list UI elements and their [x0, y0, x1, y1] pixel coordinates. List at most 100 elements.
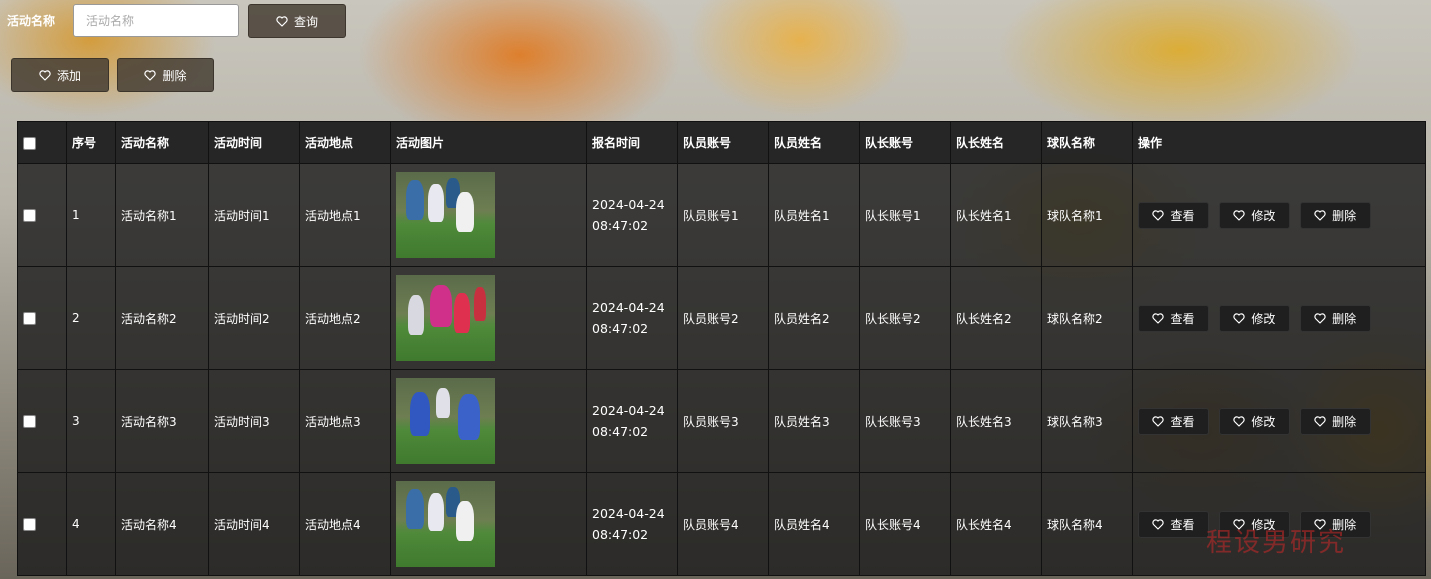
- player-figure: [406, 180, 424, 220]
- search-label: 活动名称: [7, 14, 56, 28]
- delete-button[interactable]: 删除: [1299, 201, 1371, 229]
- signup-clock: 08:47:02: [592, 424, 649, 439]
- row-actions-cell: 查看 修改 删除: [1132, 266, 1426, 370]
- column-header: 活动时间: [208, 121, 300, 164]
- row-select-cell: [17, 266, 67, 370]
- column-header: 队长姓名: [950, 121, 1042, 164]
- signup-clock: 08:47:02: [592, 321, 649, 336]
- heart-icon: [1314, 209, 1326, 221]
- edit-button[interactable]: 修改: [1218, 201, 1290, 229]
- row-team-name: 球队名称3: [1041, 369, 1133, 473]
- table-header-row: 序号 活动名称 活动时间 活动地点 活动图片 报名时间 队员账号 队员姓名 队长…: [17, 121, 1426, 164]
- player-figure: [458, 394, 480, 440]
- edit-button-label: 修改: [1251, 414, 1276, 429]
- row-select-cell: [17, 163, 67, 267]
- row-select-cell: [17, 369, 67, 473]
- row-member-name: 队员姓名2: [768, 266, 860, 370]
- heart-icon: [1233, 312, 1245, 324]
- row-activity-name: 活动名称4: [115, 472, 209, 576]
- activity-photo[interactable]: [396, 378, 495, 464]
- player-figure: [410, 392, 430, 436]
- delete-button[interactable]: 删除: [1299, 304, 1371, 332]
- signup-date: 2024-04-24: [592, 506, 665, 521]
- add-button-label: 添加: [56, 68, 81, 83]
- search-input[interactable]: [73, 4, 239, 37]
- row-member-account: 队员账号1: [677, 163, 769, 267]
- row-actions-cell: 查看 修改 删除: [1132, 163, 1426, 267]
- view-button[interactable]: 查看: [1138, 510, 1209, 538]
- delete-button-label: 删除: [1332, 208, 1357, 223]
- row-activity-name: 活动名称3: [115, 369, 209, 473]
- column-header: 操作: [1132, 121, 1426, 164]
- row-signup-time: 2024-04-24 08:47:02: [586, 369, 678, 473]
- row-activity-time: 活动时间3: [208, 369, 300, 473]
- row-activity-name: 活动名称1: [115, 163, 209, 267]
- row-checkbox[interactable]: [23, 415, 36, 428]
- row-checkbox[interactable]: [23, 312, 36, 325]
- row-captain-name: 队长姓名3: [950, 369, 1042, 473]
- activity-photo[interactable]: [396, 275, 495, 361]
- row-member-account: 队员账号3: [677, 369, 769, 473]
- row-member-name: 队员姓名4: [768, 472, 860, 576]
- row-captain-name: 队长姓名2: [950, 266, 1042, 370]
- view-button[interactable]: 查看: [1138, 304, 1209, 332]
- edit-button[interactable]: 修改: [1218, 407, 1290, 435]
- signup-clock: 08:47:02: [592, 218, 649, 233]
- row-select-cell: [17, 472, 67, 576]
- activity-photo[interactable]: [396, 172, 495, 258]
- row-captain-name: 队长姓名1: [950, 163, 1042, 267]
- view-button[interactable]: 查看: [1138, 407, 1209, 435]
- view-button[interactable]: 查看: [1138, 201, 1209, 229]
- signup-date: 2024-04-24: [592, 300, 665, 315]
- column-header: 活动图片: [390, 121, 587, 164]
- activity-photo[interactable]: [396, 481, 495, 567]
- row-team-name: 球队名称1: [1041, 163, 1133, 267]
- column-header: 活动地点: [299, 121, 391, 164]
- batch-delete-button-label: 删除: [162, 68, 187, 83]
- row-checkbox[interactable]: [23, 209, 36, 222]
- row-index: 2: [66, 266, 116, 370]
- batch-delete-button[interactable]: 删除: [117, 58, 214, 92]
- heart-icon: [39, 69, 51, 81]
- table-row: 2 活动名称2 活动时间2 活动地点2 2024-04-24 08:47:02 …: [17, 266, 1426, 370]
- row-signup-time: 2024-04-24 08:47:02: [586, 266, 678, 370]
- heart-icon: [1233, 209, 1245, 221]
- player-figure: [406, 489, 424, 529]
- column-header: 队长账号: [859, 121, 951, 164]
- table-row: 1 活动名称1 活动时间1 活动地点1 2024-04-24 08:47:02 …: [17, 163, 1426, 267]
- edit-button-label: 修改: [1251, 208, 1276, 223]
- row-captain-account: 队长账号1: [859, 163, 951, 267]
- row-team-name: 球队名称4: [1041, 472, 1133, 576]
- player-figure: [428, 184, 444, 222]
- edit-button-label: 修改: [1251, 311, 1276, 326]
- signup-date: 2024-04-24: [592, 403, 665, 418]
- player-figure: [456, 501, 474, 541]
- select-all-cell: [17, 121, 67, 164]
- row-checkbox[interactable]: [23, 518, 36, 531]
- row-member-name: 队员姓名3: [768, 369, 860, 473]
- watermark: 程设男研究: [1206, 528, 1347, 558]
- search-button[interactable]: 查询: [248, 4, 346, 38]
- add-button[interactable]: 添加: [11, 58, 109, 92]
- delete-button[interactable]: 删除: [1299, 407, 1371, 435]
- row-team-name: 球队名称2: [1041, 266, 1133, 370]
- player-figure: [474, 287, 486, 321]
- row-activity-place: 活动地点4: [299, 472, 391, 576]
- row-index: 4: [66, 472, 116, 576]
- heart-icon: [1152, 209, 1165, 221]
- column-header: 队员姓名: [768, 121, 860, 164]
- select-all-checkbox[interactable]: [23, 136, 36, 150]
- table-row: 3 活动名称3 活动时间3 活动地点3 2024-04-24 08:47:02 …: [17, 369, 1426, 473]
- player-figure: [408, 295, 424, 335]
- heart-icon: [1152, 415, 1165, 427]
- column-header: 活动名称: [115, 121, 209, 164]
- row-signup-time: 2024-04-24 08:47:02: [586, 472, 678, 576]
- row-index: 3: [66, 369, 116, 473]
- signup-date: 2024-04-24: [592, 197, 665, 212]
- row-signup-time: 2024-04-24 08:47:02: [586, 163, 678, 267]
- heart-icon: [1233, 415, 1245, 427]
- row-activity-place: 活动地点1: [299, 163, 391, 267]
- heart-icon: [144, 69, 157, 81]
- edit-button[interactable]: 修改: [1218, 304, 1290, 332]
- player-figure: [436, 388, 450, 418]
